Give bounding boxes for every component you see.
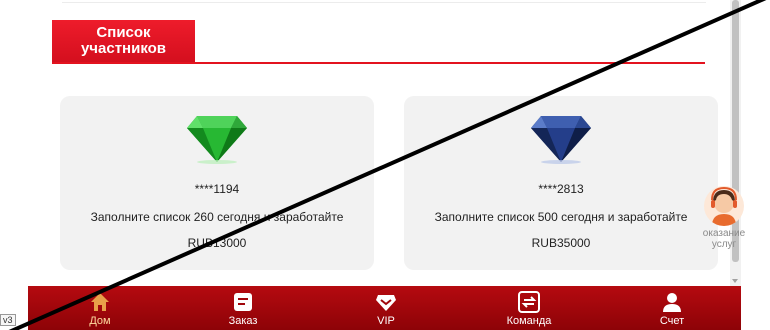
members-section-header: Список участников [52, 20, 705, 64]
member-task: Заполните список 260 сегодня и заработай… [90, 210, 344, 224]
nav-label: Заказ [228, 315, 258, 327]
nav-item-vip[interactable]: VIP [341, 286, 431, 330]
sapphire-diamond-icon [531, 116, 591, 164]
member-card: ****1194 Заполните список 260 сегодня и … [60, 96, 374, 270]
section-title-tab: Список участников [52, 20, 195, 62]
nav-label: Команда [506, 315, 552, 327]
section-divider [52, 62, 705, 64]
team-icon [518, 291, 540, 313]
nav-label: VIP [377, 315, 395, 327]
support-label-line1: оказание [702, 228, 746, 239]
vip-icon [376, 295, 396, 311]
nav-label: Счет [659, 315, 685, 327]
corner-tag: v3 [0, 314, 16, 326]
section-title-line2: участников [80, 40, 167, 57]
customer-support-button[interactable]: оказание услуг [694, 186, 754, 256]
member-card: ****2813 Заполните список 500 сегодня и … [404, 96, 718, 270]
bottom-navigation: Дом Заказ VIP Команда Счет [28, 286, 741, 330]
member-reward: RUB35000 [531, 236, 591, 250]
emerald-diamond-icon [187, 116, 247, 164]
nav-label: Дом [89, 315, 111, 327]
support-label-line2: услуг [711, 239, 737, 250]
scroll-down-arrow-icon[interactable] [732, 279, 738, 283]
home-icon [91, 293, 109, 311]
order-icon [234, 293, 252, 311]
member-username: ****2813 [538, 182, 584, 196]
section-title-line1: Список [96, 24, 151, 41]
nav-item-home[interactable]: Дом [55, 286, 145, 330]
nav-item-account[interactable]: Счет [627, 286, 717, 330]
member-username: ****1194 [194, 182, 240, 196]
member-task: Заполните список 500 сегодня и заработай… [434, 210, 688, 224]
support-agent-icon [704, 186, 744, 226]
nav-item-team[interactable]: Команда [484, 286, 574, 330]
nav-item-order[interactable]: Заказ [198, 286, 288, 330]
member-reward: RUB13000 [187, 236, 247, 250]
previous-card-edge [62, 0, 706, 3]
account-icon [663, 293, 681, 312]
